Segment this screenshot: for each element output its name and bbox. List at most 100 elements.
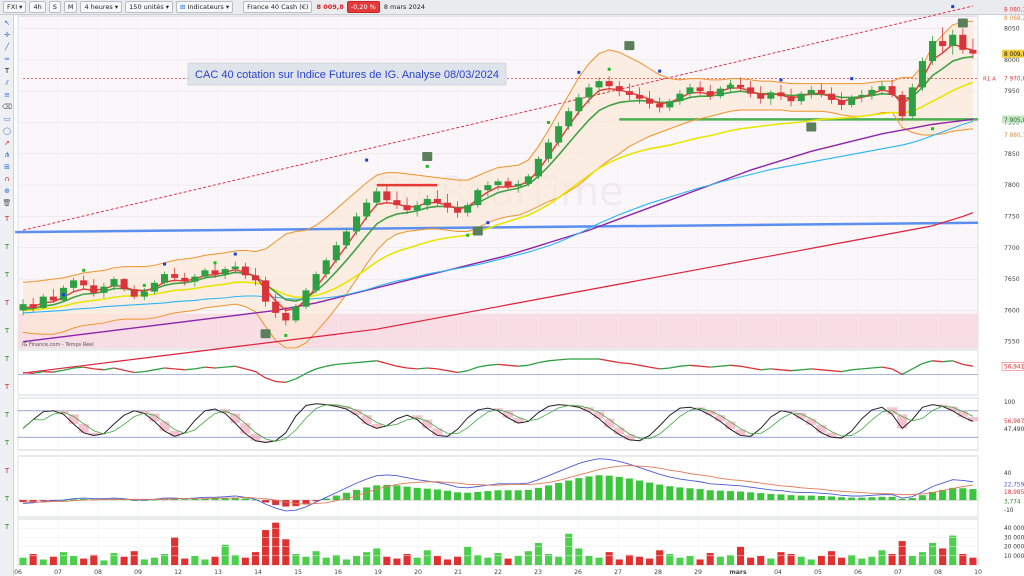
rsi-segment <box>214 366 226 369</box>
candle-body <box>736 84 745 88</box>
candle-body <box>777 92 785 97</box>
volume-bar <box>595 557 603 565</box>
chart-canvas: ProRealTime75507600765077007750780078507… <box>14 5 1024 576</box>
buy-signal-marker <box>142 283 146 287</box>
rsi-segment <box>619 361 630 365</box>
macd-histogram-bar <box>666 486 674 501</box>
macd-histogram-bar <box>29 500 37 502</box>
volume-bar <box>656 550 664 565</box>
candle-body <box>39 296 47 308</box>
candle-body <box>443 202 452 208</box>
signal-label-box <box>422 151 433 161</box>
macd-tick-label: -10 <box>1004 508 1014 514</box>
chart-title: CAC 40 cotation sur Indice Futures de IG… <box>195 69 499 81</box>
volume-bar <box>342 559 350 565</box>
rsi-segment <box>225 365 236 368</box>
macd-histogram-bar <box>181 499 189 501</box>
x-tick-label: 23 <box>534 569 542 576</box>
volume-bar <box>686 555 694 565</box>
candle-body <box>848 97 856 105</box>
x-tick-label: 22 <box>494 569 502 576</box>
candle-body <box>807 89 815 94</box>
volume-bar <box>726 554 734 565</box>
price-label: 7 905,0 <box>1004 118 1024 124</box>
macd-histogram-bar <box>635 480 644 501</box>
macd-histogram-bar <box>413 487 421 501</box>
volume-bar <box>494 553 502 565</box>
x-tick-label: 08 <box>934 569 942 576</box>
x-tick-label: 29 <box>694 569 702 576</box>
candle-body <box>575 97 583 112</box>
volume-bar <box>211 556 219 565</box>
volume-bar <box>848 554 856 565</box>
signal-label-box <box>260 329 271 339</box>
volume-bar <box>262 530 270 565</box>
candle-body <box>585 87 593 98</box>
candle-body <box>251 275 260 281</box>
candle-body <box>686 87 694 94</box>
candle-body <box>635 94 644 99</box>
volume-bar <box>716 556 724 565</box>
stoch-fill <box>159 421 170 432</box>
buy-signal-marker <box>425 164 429 168</box>
candle-body <box>666 101 674 108</box>
rsi-segment <box>679 364 691 367</box>
x-tick-label: 04 <box>774 569 782 576</box>
candle-body <box>605 81 613 87</box>
price-label: 8 009,8 <box>1004 52 1024 58</box>
candle-body <box>939 41 947 47</box>
macd-histogram-bar <box>555 482 563 501</box>
sell-signal-marker <box>233 252 237 256</box>
volume-bar <box>625 554 633 565</box>
candle-body <box>928 41 937 62</box>
candle-body <box>130 289 138 297</box>
volume-bar <box>514 555 522 565</box>
rsi-segment <box>730 364 741 367</box>
macd-histogram-bar <box>625 478 633 501</box>
macd-histogram-bar <box>908 498 916 501</box>
volume-bar <box>838 557 846 565</box>
candle-body <box>949 34 957 47</box>
candle-body <box>858 94 866 98</box>
macd-histogram-bar <box>373 485 381 501</box>
stoch-fill <box>240 423 251 434</box>
volume-bar <box>635 556 644 565</box>
macd-histogram-bar <box>423 488 431 501</box>
candle-body <box>696 87 704 92</box>
stoch-fill <box>806 418 817 425</box>
rsi-segment <box>518 364 529 367</box>
stoch-fill <box>614 427 625 435</box>
macd-histogram-bar <box>777 494 785 501</box>
x-tick-label: 05 <box>814 569 822 576</box>
stoch-fill <box>715 415 726 422</box>
candle-body <box>292 306 300 321</box>
volume-bar <box>221 544 229 565</box>
stoch-d-label: 47,490 <box>1004 427 1024 433</box>
volume-bar <box>49 556 57 565</box>
candle-body <box>716 88 724 97</box>
sell-signal-marker <box>577 70 581 74</box>
rsi-segment <box>831 370 842 373</box>
stoch-fill <box>604 418 615 428</box>
macd-value-label: 22,759 <box>1004 483 1024 489</box>
volume-bar <box>120 556 128 565</box>
volume-bar <box>868 556 876 565</box>
volume-bar <box>251 552 260 565</box>
x-tick-label: 19 <box>374 569 382 576</box>
signal-label-box <box>472 226 483 236</box>
candle-body <box>49 296 57 301</box>
volume-bar <box>70 555 78 565</box>
candle-body <box>120 279 128 290</box>
candle-body <box>322 260 330 275</box>
stoch-k-label: 56,987 <box>1004 419 1024 425</box>
macd-histogram-bar <box>848 497 856 501</box>
macd-histogram-bar <box>565 480 573 501</box>
rsi-segment <box>275 380 286 384</box>
y-tick-label: 7800 <box>1004 182 1020 189</box>
volume-bar <box>383 556 391 565</box>
candle-body <box>514 183 522 187</box>
volume-bar <box>332 554 340 565</box>
buy-signal-marker <box>931 127 935 131</box>
volume-bar <box>352 555 361 565</box>
r1-label: R1 A <box>983 77 996 83</box>
